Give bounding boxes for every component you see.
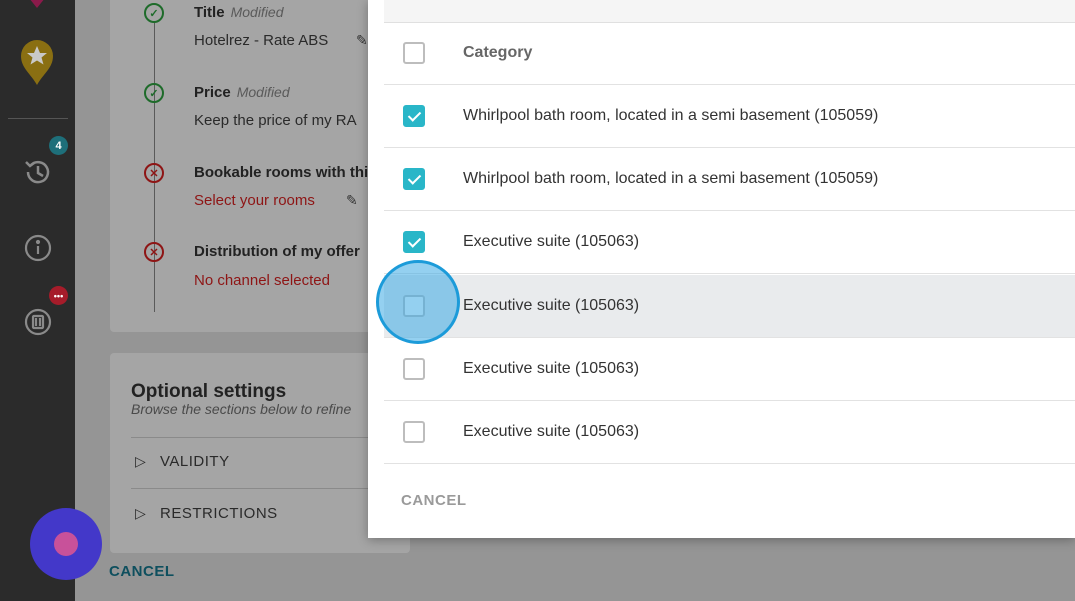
column-header-category: Category (463, 44, 533, 61)
step-title: Price Modified (194, 84, 290, 101)
select-all-checkbox[interactable] (403, 42, 425, 64)
history-badge: 4 (49, 136, 68, 155)
optional-settings-title: Optional settings (131, 381, 287, 402)
floating-action-button[interactable] (30, 508, 102, 580)
optional-settings-subtitle: Browse the sections below to refine (131, 401, 352, 417)
history-icon[interactable] (22, 156, 54, 188)
row-label: Executive suite (105063) (463, 423, 640, 440)
row-checkbox[interactable] (403, 105, 425, 127)
row-checkbox[interactable] (403, 231, 425, 253)
table-row[interactable]: Whirlpool bath room, located in a semi b… (384, 85, 1075, 148)
step-title: Distribution of my offer (194, 243, 360, 260)
row-label: Executive suite (105063) (463, 360, 640, 377)
dialog-cancel-button[interactable]: CANCEL (401, 492, 467, 509)
triangle-right-icon: ▷ (135, 453, 146, 469)
table-header-row: Category (384, 22, 1075, 85)
section-row-validity[interactable]: ▷ VALIDITY (131, 452, 371, 474)
section-divider (131, 437, 391, 438)
row-checkbox[interactable] (403, 168, 425, 190)
step-modified: Modified (230, 4, 284, 20)
row-checkbox[interactable] (403, 421, 425, 443)
dialog-top-bar (384, 0, 1075, 23)
row-label: Executive suite (105063) (463, 233, 640, 250)
step-value: Keep the price of my RA (194, 112, 357, 129)
top-heart-icon (28, 0, 46, 8)
info-icon[interactable] (24, 234, 52, 262)
error-circle-icon: ✕ (144, 242, 164, 262)
section-row-restrictions[interactable]: ▷ RESTRICTIONS (131, 504, 371, 526)
triangle-right-icon: ▷ (135, 505, 146, 521)
click-indicator (376, 260, 460, 344)
step-modified: Modified (236, 84, 290, 100)
star-marker-icon[interactable] (19, 38, 55, 86)
row-checkbox[interactable] (403, 358, 425, 380)
sidebar-divider (8, 118, 68, 119)
section-label: RESTRICTIONS (160, 505, 278, 522)
room-category-dialog: Category Whirlpool bath room, located in… (368, 0, 1075, 538)
step-title-text: Bookable rooms with thi (194, 164, 369, 181)
step-title-text: Title (194, 4, 225, 21)
table-row[interactable]: Executive suite (105063) (384, 401, 1075, 464)
table-row[interactable]: Executive suite (105063) (384, 338, 1075, 401)
table-row[interactable]: Executive suite (105063) (384, 211, 1075, 274)
edit-pencil-icon[interactable]: ✎ (346, 192, 358, 209)
luggage-icon[interactable] (24, 308, 52, 336)
section-divider (131, 488, 391, 489)
step-title: Title Modified (194, 4, 284, 21)
step-title-text: Distribution of my offer (194, 243, 360, 260)
step-value-error[interactable]: Select your rooms (194, 192, 315, 209)
step-value: Hotelrez - Rate ABS (194, 32, 329, 49)
step-title-text: Price (194, 84, 231, 101)
step-value-error[interactable]: No channel selected (194, 272, 330, 289)
edit-pencil-icon[interactable]: ✎ (356, 32, 368, 49)
check-circle-icon: ✓ (144, 3, 164, 23)
row-label: Whirlpool bath room, located in a semi b… (463, 107, 879, 124)
row-label: Whirlpool bath room, located in a semi b… (463, 170, 879, 187)
check-circle-icon: ✓ (144, 83, 164, 103)
notifications-badge: ••• (49, 286, 68, 305)
step-title: Bookable rooms with thi (194, 164, 368, 181)
fab-dot-icon (54, 532, 78, 556)
error-circle-icon: ✕ (144, 163, 164, 183)
row-label: Executive suite (105063) (463, 297, 640, 314)
table-row[interactable]: Whirlpool bath room, located in a semi b… (384, 148, 1075, 211)
page-cancel-button[interactable]: CANCEL (109, 563, 175, 580)
section-label: VALIDITY (160, 453, 230, 470)
table-row[interactable]: Executive suite (105063) (384, 275, 1075, 338)
